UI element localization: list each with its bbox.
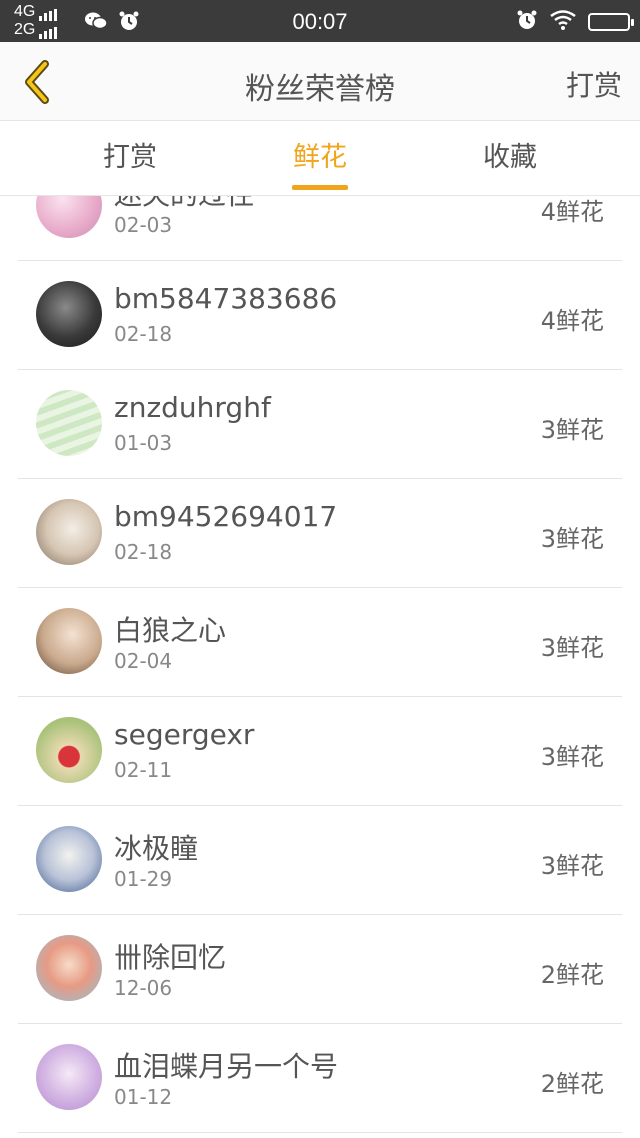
- flower-count: 2鲜花: [540, 1070, 604, 1098]
- list-item[interactable]: segergexr 02-11 3鲜花: [18, 697, 622, 806]
- tab-bar: 打赏 鲜花 收藏: [0, 121, 640, 196]
- list-item[interactable]: znzduhrghf 01-03 3鲜花: [18, 370, 622, 479]
- fan-date: 01-29: [114, 867, 173, 891]
- active-tab-indicator: [292, 185, 348, 190]
- list-item[interactable]: 白狼之心 02-04 3鲜花: [18, 588, 622, 697]
- fan-date: 02-18: [114, 540, 173, 564]
- flower-count: 3鲜花: [540, 852, 604, 880]
- flower-count: 3鲜花: [540, 525, 604, 553]
- fan-name: bm5847383686: [114, 282, 338, 315]
- avatar: [36, 281, 102, 347]
- fan-date: 02-18: [114, 322, 173, 346]
- list-item[interactable]: bm5847383686 02-18 4鲜花: [18, 261, 622, 370]
- fan-date: 02-03: [114, 213, 173, 237]
- avatar: [36, 1044, 102, 1110]
- avatar: [36, 499, 102, 565]
- battery-icon: [588, 13, 634, 31]
- avatar: [36, 390, 102, 456]
- fan-name: 迷失的过往: [114, 196, 254, 213]
- avatar: [36, 717, 102, 783]
- tab-flowers[interactable]: 鲜花: [240, 121, 400, 195]
- fan-list[interactable]: 迷失的过往 02-03 4鲜花 bm5847383686 02-18 4鲜花 z…: [0, 196, 640, 1138]
- wifi-icon: [550, 10, 576, 34]
- fan-name: znzduhrghf: [114, 391, 271, 424]
- top-nav-bar: 粉丝荣誉榜 打赏: [0, 42, 640, 121]
- fan-name: segergexr: [114, 718, 255, 751]
- page-title: 粉丝荣誉榜: [245, 72, 395, 107]
- flower-count: 3鲜花: [540, 416, 604, 444]
- fan-date: 02-11: [114, 758, 173, 782]
- list-item[interactable]: 卌除回忆 12-06 2鲜花: [18, 915, 622, 1024]
- fan-date: 02-04: [114, 649, 173, 673]
- status-bar: 4G 2G 00:07: [0, 0, 640, 42]
- fan-name: 冰极瞳: [114, 832, 199, 865]
- flower-count: 2鲜花: [540, 961, 604, 989]
- avatar: [36, 608, 102, 674]
- list-item[interactable]: 血泪蝶月另一个号 01-12 2鲜花: [18, 1024, 622, 1133]
- fan-name: 血泪蝶月另一个号: [114, 1050, 339, 1083]
- fan-date: 12-06: [114, 976, 173, 1000]
- flower-count: 4鲜花: [540, 198, 604, 226]
- avatar: [36, 935, 102, 1001]
- fan-name: 白狼之心: [114, 614, 227, 647]
- fan-date: 01-12: [114, 1085, 173, 1109]
- reward-button[interactable]: 打赏: [566, 64, 622, 104]
- avatar: [36, 196, 102, 238]
- flower-count: 3鲜花: [540, 743, 604, 771]
- list-item[interactable]: 迷失的过往 02-03 4鲜花: [18, 196, 622, 261]
- fan-date: 01-03: [114, 431, 173, 455]
- avatar: [36, 826, 102, 892]
- tab-favorites[interactable]: 收藏: [430, 121, 590, 195]
- fan-name: bm9452694017: [114, 500, 338, 533]
- list-item[interactable]: 冰极瞳 01-29 3鲜花: [18, 806, 622, 915]
- flower-count: 3鲜花: [540, 634, 604, 662]
- flower-count: 4鲜花: [540, 307, 604, 335]
- fan-name: 卌除回忆: [114, 941, 227, 974]
- list-item[interactable]: bm9452694017 02-18 3鲜花: [18, 479, 622, 588]
- tab-reward[interactable]: 打赏: [50, 121, 210, 195]
- alarm-icon: [516, 9, 538, 35]
